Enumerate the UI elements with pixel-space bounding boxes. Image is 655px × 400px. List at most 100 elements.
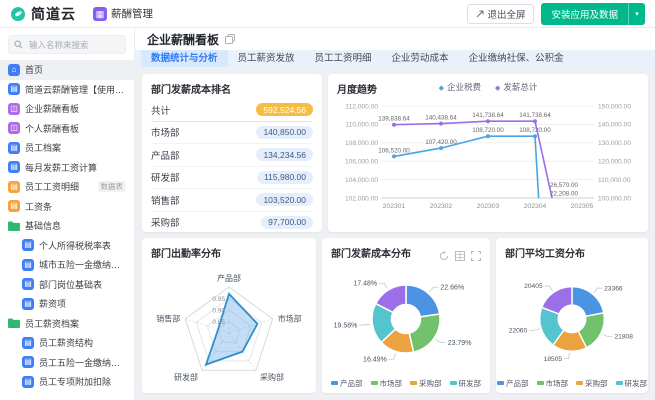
line-chart-legend: ◆企业税费 ◆发薪总计 — [328, 81, 648, 93]
tab[interactable]: 企业缴纳社保、公积金 — [459, 50, 574, 67]
sidebar-item[interactable]: 基础信息 — [0, 216, 134, 236]
legend-marker-icon — [497, 381, 504, 385]
sidebar-item[interactable]: ▤城市五险一金缴纳比例 — [0, 255, 134, 275]
sidebar-item[interactable]: ▤ 员工专项附加扣除 — [0, 372, 134, 392]
workspace-badge[interactable]: ▦ 薪酬管理 — [93, 6, 153, 21]
svg-text:产品部: 产品部 — [217, 273, 241, 283]
sidebar-item[interactable]: ▤每月发薪工资计算 — [0, 158, 134, 178]
form-icon: ▤ — [8, 181, 20, 193]
sidebar-item[interactable]: ▤部门岗位基础表 — [0, 275, 134, 295]
cost-pie-card: 部门发薪成本分布 22. — [322, 238, 490, 393]
search-input[interactable] — [27, 39, 120, 51]
chevron-down-icon: ▾ — [635, 11, 639, 18]
home-icon: ⌂ — [8, 64, 20, 76]
legend-item[interactable]: ◆企业税费 — [439, 82, 481, 92]
legend-item[interactable]: 采购部 — [576, 378, 608, 389]
rank-card: 部门发薪成本排名 共计592,524.56市场部140,850.00产品部134… — [142, 74, 322, 232]
dashboard-tabs: 数据统计与分析员工薪资发放员工工资明细企业劳动成本企业缴纳社保、公积金 — [135, 50, 655, 67]
install-dropdown-button[interactable]: ▾ — [628, 3, 645, 25]
rank-row: 共计592,524.56 — [151, 99, 313, 122]
share-icon[interactable] — [225, 34, 235, 44]
form-icon: ▤ — [22, 376, 34, 388]
sidebar-item[interactable]: ◫企业薪酬看板 — [0, 99, 134, 119]
legend-item[interactable]: ◆发薪总计 — [495, 82, 537, 92]
svg-text:市场部: 市场部 — [278, 313, 302, 323]
radar-chart-title: 部门出勤率分布 — [142, 238, 316, 263]
svg-text:18505: 18505 — [544, 356, 563, 363]
tab[interactable]: 数据统计与分析 — [141, 50, 228, 67]
svg-text:110,000.00: 110,000.00 — [598, 177, 631, 184]
sidebar-item[interactable]: ▤ 简道云薪酬管理【使用说明】 — [0, 80, 134, 100]
svg-text:22060: 22060 — [509, 327, 528, 334]
sidebar: ⌂首页 ▤ 简道云薪酬管理【使用说明】 ◫企业薪酬看板◫个人薪酬看板▤员工档案▤每月发… — [0, 28, 135, 400]
line-chart: 112,000.00150,000.00110,000.00140,000.00… — [332, 96, 644, 226]
svg-text:141,738.64: 141,738.64 — [472, 112, 504, 119]
legend-item[interactable]: 研发部 — [450, 378, 482, 389]
refresh-icon[interactable] — [439, 248, 449, 258]
svg-text:141,738.64: 141,738.64 — [519, 112, 551, 119]
legend-item[interactable]: 产品部 — [497, 378, 529, 389]
legend-marker-icon — [616, 381, 623, 385]
sidebar-item-label: 薪资项 — [39, 297, 126, 310]
doc-icon: ▤ — [8, 83, 20, 95]
svg-text:106,520.00: 106,520.00 — [378, 147, 410, 154]
sidebar-item-label: 工资条 — [25, 200, 126, 213]
svg-text:102,000.00: 102,000.00 — [345, 195, 378, 202]
svg-text:140,438.64: 140,438.64 — [425, 115, 457, 122]
sidebar-item[interactable]: ▤员工薪资结构 — [0, 333, 134, 353]
rank-value: 103,520.00 — [256, 193, 313, 206]
install-app-button[interactable]: 安装应用及数据 — [541, 3, 628, 25]
svg-text:销售部: 销售部 — [156, 313, 180, 323]
sidebar-item[interactable]: ▤ 员工工资明细数据表 — [0, 177, 134, 197]
legend-item[interactable]: 市场部 — [537, 378, 569, 389]
search-box — [8, 35, 126, 54]
tab[interactable]: 企业劳动成本 — [382, 50, 459, 67]
logo-text: 简道云 — [31, 4, 76, 24]
legend-marker-icon — [410, 381, 417, 385]
sidebar-item-label: 员工工资明细 — [25, 180, 93, 193]
svg-text:22.66%: 22.66% — [440, 285, 464, 292]
rank-label: 共计 — [151, 103, 170, 117]
sidebar-item[interactable]: ⌂首页 — [0, 60, 134, 80]
rank-label: 市场部 — [151, 125, 180, 139]
svg-text:21808: 21808 — [614, 334, 633, 341]
table-view-icon[interactable] — [455, 248, 465, 258]
svg-text:22,208.00: 22,208.00 — [550, 191, 579, 198]
sidebar-item[interactable]: ▤员工五险一金缴纳基数 — [0, 353, 134, 373]
rank-card-title: 部门发薪成本排名 — [142, 74, 322, 99]
legend-item[interactable]: 市场部 — [371, 378, 403, 389]
logo: 简道云 ▦ 薪酬管理 — [10, 4, 153, 24]
sidebar-item-label: 员工专项附加扣除 — [39, 375, 126, 388]
legend-item[interactable]: 产品部 — [331, 378, 363, 389]
sidebar-item[interactable]: ▤个人所得税税率表 — [0, 236, 134, 256]
sidebar-item-label: 员工薪资结构 — [39, 336, 126, 349]
sidebar-item[interactable]: ▤薪资项 — [0, 294, 134, 314]
sidebar-item-badge: 数据表 — [98, 181, 127, 192]
tab[interactable]: 员工薪资发放 — [228, 50, 305, 67]
sidebar-item-label: 简道云薪酬管理【使用说明】 — [25, 83, 126, 96]
svg-text:19.58%: 19.58% — [334, 322, 358, 329]
exit-fullscreen-button[interactable]: 退出全屏 — [467, 4, 534, 24]
workspace-app-icon: ▦ — [93, 7, 107, 21]
svg-text:150,000.00: 150,000.00 — [598, 103, 631, 110]
dashboard-icon: ◫ — [8, 103, 20, 115]
line-chart-card: 月度趋势 ◆企业税费◆发薪总计 112,000.00150,000.00110,… — [328, 74, 648, 232]
svg-text:研发部: 研发部 — [174, 372, 198, 382]
sidebar-item-label: 基础信息 — [25, 219, 126, 232]
sidebar-item[interactable]: ◫个人薪酬看板 — [0, 119, 134, 139]
svg-text:0.85: 0.85 — [212, 319, 225, 326]
salary-pie-legend: 产品部市场部采购部研发部 — [496, 378, 648, 389]
page-header: 企业薪酬看板 — [135, 28, 655, 50]
tab[interactable]: 员工工资明细 — [305, 50, 382, 67]
fullscreen-icon[interactable] — [471, 248, 481, 258]
sidebar-item[interactable]: ▤员工档案 — [0, 138, 134, 158]
svg-text:23366: 23366 — [604, 285, 623, 292]
legend-item[interactable]: 研发部 — [616, 378, 648, 389]
jiandaoyun-logo-icon — [10, 6, 26, 22]
legend-item[interactable]: 采购部 — [410, 378, 442, 389]
sidebar-item[interactable]: 员工薪资档案 — [0, 314, 134, 334]
svg-text:202304: 202304 — [524, 203, 547, 210]
form-icon: ▤ — [22, 356, 34, 368]
topbar-actions: 退出全屏 安装应用及数据 ▾ — [467, 3, 645, 25]
sidebar-item[interactable]: ▤工资条 — [0, 197, 134, 217]
